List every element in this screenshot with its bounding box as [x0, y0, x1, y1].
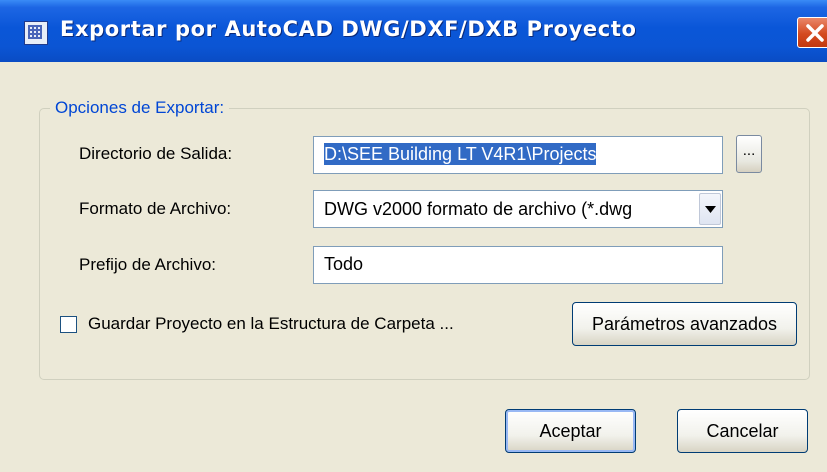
close-icon [806, 24, 824, 42]
group-legend: Opciones de Exportar: [55, 98, 225, 117]
cancel-button[interactable]: Cancelar [677, 409, 808, 453]
prefix-label: Prefijo de Archivo: [79, 255, 217, 274]
export-dialog: Exportar por AutoCAD DWG/DXF/DXB Proyect… [0, 0, 827, 472]
close-button[interactable] [797, 17, 827, 48]
output-dir-value: D:\SEE Building LT V4R1\Projects [324, 143, 597, 165]
advanced-parameters-button[interactable]: Parámetros avanzados [572, 302, 797, 346]
format-select[interactable]: DWG v2000 formato de archivo (*.dwg [313, 190, 723, 228]
save-structure-label[interactable]: Guardar Proyecto en la Estructura de Car… [88, 314, 454, 334]
output-dir-label: Directorio de Salida: [79, 144, 233, 163]
browse-button[interactable]: ... [736, 135, 762, 173]
accept-button[interactable]: Aceptar [505, 409, 636, 453]
save-structure-checkbox[interactable] [60, 316, 77, 333]
prefix-value: Todo [324, 254, 364, 274]
format-value: DWG v2000 formato de archivo (*.dwg [324, 199, 633, 219]
title-bar[interactable]: Exportar por AutoCAD DWG/DXF/DXB Proyect… [0, 0, 827, 62]
app-window-icon [24, 21, 48, 45]
prefix-input[interactable]: Todo [313, 246, 723, 284]
output-dir-input[interactable]: D:\SEE Building LT V4R1\Projects [313, 136, 723, 174]
format-dropdown-button[interactable] [699, 193, 721, 225]
chevron-down-icon [705, 206, 716, 213]
window-title: Exportar por AutoCAD DWG/DXF/DXB Proyect… [60, 17, 637, 41]
format-label: Formato de Archivo: [79, 199, 232, 218]
